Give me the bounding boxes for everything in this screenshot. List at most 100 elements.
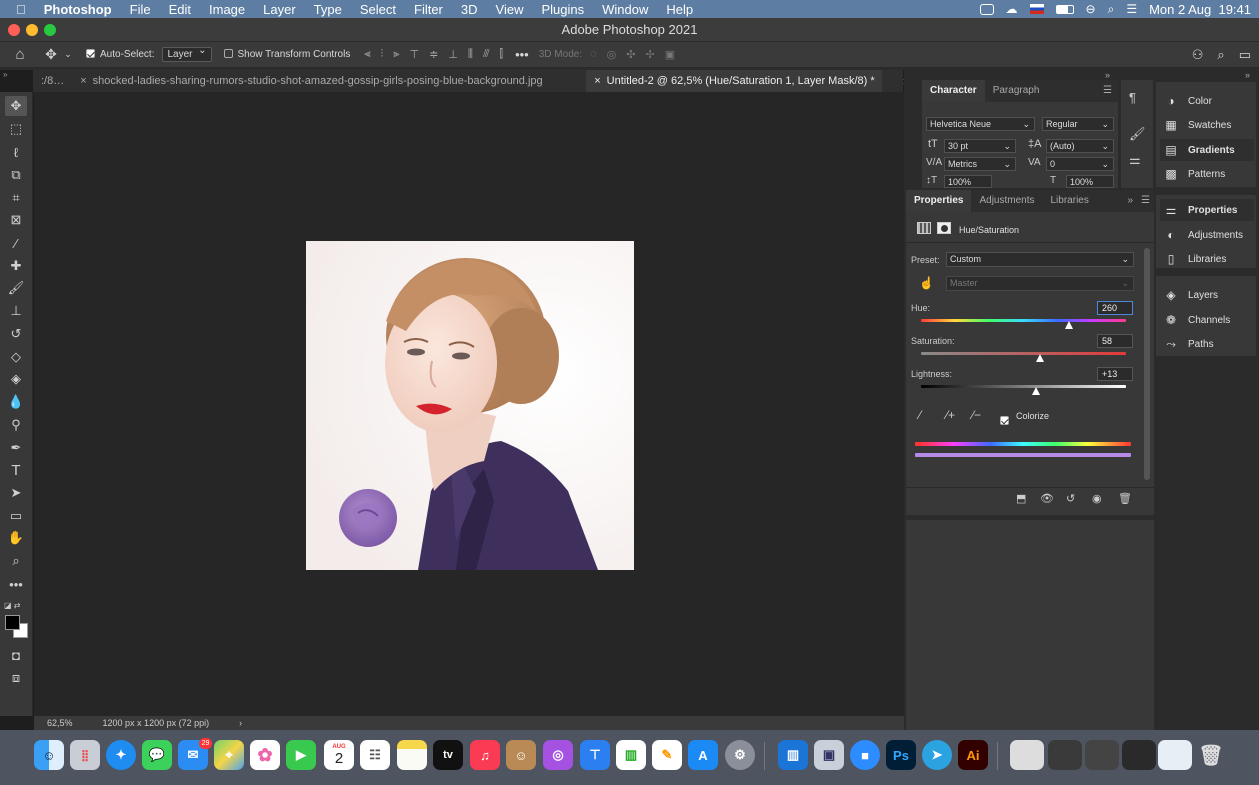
search-icon[interactable]: ⌕ bbox=[1217, 47, 1224, 63]
panel-properties[interactable]: ⚌ Properties bbox=[1160, 199, 1254, 221]
document-canvas[interactable] bbox=[306, 241, 634, 570]
photos-icon[interactable]: ✿ bbox=[250, 740, 280, 770]
3d-slide-icon[interactable]: ✢ bbox=[645, 48, 654, 61]
tab-adjustments[interactable]: Adjustments bbox=[971, 190, 1042, 212]
close-tab-icon[interactable]: × bbox=[80, 75, 86, 87]
menubar-clock[interactable]: Mon 2 Aug 19:41 bbox=[1149, 2, 1251, 17]
saturation-slider-track[interactable] bbox=[921, 352, 1126, 355]
3d-pan-icon[interactable]: ✣ bbox=[626, 48, 635, 61]
eyedropper-tool-icon[interactable]: ⁄ bbox=[5, 233, 27, 253]
3d-scale-icon[interactable]: ▣ bbox=[665, 48, 675, 61]
clone-stamp-tool-icon[interactable]: ⊥ bbox=[5, 301, 27, 321]
delete-adjustment-icon[interactable]: 🗑 bbox=[1118, 492, 1132, 505]
targeted-adjustment-icon[interactable]: ☝ bbox=[919, 276, 934, 290]
more-options-icon[interactable]: ••• bbox=[515, 47, 529, 62]
reminders-icon[interactable]: ☷ bbox=[360, 740, 390, 770]
contacts-icon[interactable]: ☺ bbox=[506, 740, 536, 770]
tab-doc-3[interactable]: × Untitled-2 @ 62,5% (Hue/Saturation 1, L… bbox=[586, 70, 883, 92]
menu-image[interactable]: Image bbox=[200, 2, 254, 17]
3d-orbit-icon[interactable]: ◌ bbox=[590, 48, 597, 61]
adjustment-sliders-icon[interactable]: ⚌ bbox=[1129, 152, 1141, 168]
collapse-toolbar-icon[interactable]: » bbox=[3, 70, 7, 79]
auto-select-checkbox[interactable] bbox=[86, 49, 95, 58]
align-top-icon[interactable]: ⊤ bbox=[410, 48, 420, 61]
eraser-tool-icon[interactable]: ◇ bbox=[5, 347, 27, 367]
menu-type[interactable]: Type bbox=[305, 2, 351, 17]
gradient-tool-icon[interactable]: ◈ bbox=[5, 369, 27, 389]
tab-libraries[interactable]: Libraries bbox=[1043, 190, 1097, 212]
finder-icon[interactable]: ☺ bbox=[34, 740, 64, 770]
preview-icon[interactable]: ▣ bbox=[814, 740, 844, 770]
healing-brush-tool-icon[interactable]: ✚ bbox=[5, 256, 27, 276]
menu-view[interactable]: View bbox=[487, 2, 533, 17]
lightness-slider-thumb[interactable] bbox=[1031, 387, 1040, 395]
tab-doc-2[interactable]: × shocked-ladies-sharing-rumors-studio-sh… bbox=[72, 70, 586, 92]
distribute-vcenter-icon[interactable]: ⫻ bbox=[483, 48, 490, 61]
lasso-tool-icon[interactable]: ℓ bbox=[5, 142, 27, 162]
pen-tool-icon[interactable]: ✒ bbox=[5, 438, 27, 458]
panel-color[interactable]: ◑ Color bbox=[1160, 90, 1254, 112]
panel-paths[interactable]: ⤳ Paths bbox=[1160, 333, 1254, 355]
tab-paragraph[interactable]: Paragraph bbox=[985, 80, 1048, 102]
distribute-top-icon[interactable]: ⫼ bbox=[468, 48, 473, 61]
facetime-icon[interactable]: ▶ bbox=[286, 740, 316, 770]
menu-app-name[interactable]: Photoshop bbox=[35, 2, 121, 17]
safari-icon[interactable]: ✦ bbox=[106, 740, 136, 770]
menu-filter[interactable]: Filter bbox=[405, 2, 452, 17]
workspace-icon[interactable]: ▭ bbox=[1239, 47, 1251, 63]
eyedropper-icon[interactable]: ⁄ bbox=[919, 408, 921, 422]
menu-edit[interactable]: Edit bbox=[160, 2, 200, 17]
auto-select-group[interactable]: Auto-Select: bbox=[86, 49, 154, 60]
home-icon[interactable]: ⌂ bbox=[0, 46, 40, 63]
battery-icon[interactable] bbox=[1055, 4, 1074, 14]
menu-3d[interactable]: 3D bbox=[452, 2, 487, 17]
screen-mode-icon[interactable]: ⧈ bbox=[5, 668, 27, 688]
menu-select[interactable]: Select bbox=[351, 2, 405, 17]
apple-icon[interactable]:  bbox=[0, 2, 35, 17]
preset-select[interactable]: Custom ⌄ bbox=[946, 252, 1134, 267]
saturation-slider-thumb[interactable] bbox=[1035, 354, 1044, 362]
document-info[interactable]: 1200 px x 1200 px (72 ppi) bbox=[103, 718, 210, 728]
hue-slider-thumb[interactable] bbox=[1064, 321, 1073, 329]
recent-window-3-icon[interactable] bbox=[1085, 740, 1119, 770]
layer-mask-icon[interactable] bbox=[937, 222, 951, 234]
zoom-level[interactable]: 62,5% bbox=[47, 718, 73, 728]
zoom-tool-icon[interactable]: ⌕ bbox=[5, 551, 27, 571]
marquee-tool-icon[interactable]: ⬚ bbox=[5, 119, 27, 139]
blur-tool-icon[interactable]: 💧 bbox=[5, 392, 27, 412]
panel-gradients[interactable]: ▤ Gradients bbox=[1160, 139, 1254, 161]
lightness-slider-track[interactable] bbox=[921, 385, 1126, 388]
crop-tool-icon[interactable]: ⌗ bbox=[5, 188, 27, 208]
pages-icon[interactable]: ✎ bbox=[652, 740, 682, 770]
panel-menu-icon[interactable]: ☰ bbox=[1103, 80, 1118, 102]
align-right-icon[interactable]: ⫸ bbox=[393, 48, 399, 61]
horizontal-scale-field[interactable]: 100% bbox=[1066, 175, 1114, 188]
close-window-button[interactable] bbox=[8, 24, 20, 36]
minimize-window-button[interactable] bbox=[26, 24, 38, 36]
toggle-visibility-icon[interactable]: ◉ bbox=[1092, 492, 1102, 505]
view-previous-icon[interactable]: 👁 bbox=[1040, 492, 1054, 505]
edit-toolbar-icon[interactable]: ••• bbox=[5, 574, 27, 594]
show-transform-checkbox[interactable] bbox=[223, 49, 233, 58]
menu-file[interactable]: File bbox=[121, 2, 160, 17]
keynote-icon[interactable]: ⊤ bbox=[580, 740, 610, 770]
maps-icon[interactable]: ⌖ bbox=[214, 740, 244, 770]
apple-tv-icon[interactable]: tv bbox=[433, 740, 463, 770]
path-selection-tool-icon[interactable]: ➤ bbox=[5, 483, 27, 503]
control-center-icon[interactable]: ☰ bbox=[1126, 2, 1137, 16]
kerning-field[interactable]: Metrics ⌄ bbox=[944, 157, 1016, 171]
right-dock-collapse-icon[interactable]: » bbox=[1245, 70, 1250, 80]
menu-window[interactable]: Window bbox=[593, 2, 657, 17]
panel-patterns[interactable]: ▩ Patterns bbox=[1160, 163, 1254, 185]
panel-adjustments[interactable]: ◐ Adjustments bbox=[1160, 224, 1254, 246]
auto-select-dropdown[interactable]: Layer bbox=[162, 45, 212, 62]
quick-mask-icon[interactable]: ◘ bbox=[5, 645, 27, 665]
share-icon[interactable]: ⚇ bbox=[1192, 47, 1204, 63]
tab-character[interactable]: Character bbox=[922, 80, 985, 102]
font-family-select[interactable]: Helvetica Neue ⌄ bbox=[926, 117, 1035, 131]
character-panel-collapse-icon[interactable]: » bbox=[1105, 70, 1110, 80]
add-to-sample-icon[interactable]: ⁄+ bbox=[946, 408, 955, 422]
align-vcenter-icon[interactable]: ≑ bbox=[429, 48, 438, 61]
trash-icon[interactable]: 🗑 bbox=[1196, 740, 1226, 770]
saturation-value-field[interactable]: 58 bbox=[1097, 334, 1133, 348]
